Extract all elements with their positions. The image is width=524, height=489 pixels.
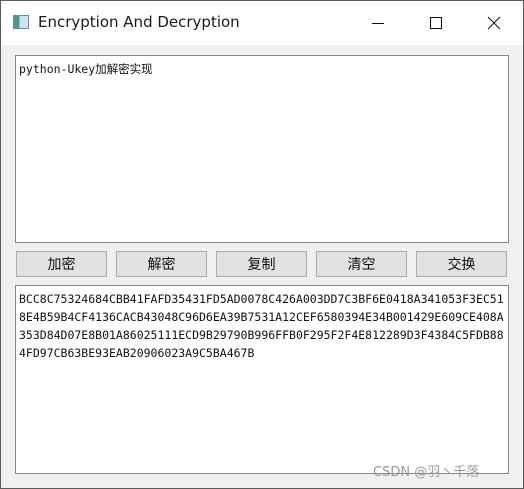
encrypt-button[interactable]: 加密 (16, 251, 107, 277)
minimize-button[interactable] (349, 1, 407, 45)
swap-button[interactable]: 交换 (416, 251, 507, 277)
window-title: Encryption And Decryption (38, 13, 240, 31)
decrypt-button[interactable]: 解密 (116, 251, 207, 277)
maximize-icon (430, 17, 442, 29)
close-button[interactable] (465, 1, 523, 45)
clear-button[interactable]: 清空 (316, 251, 407, 277)
title-bar[interactable]: Encryption And Decryption (1, 1, 523, 45)
minimize-icon (372, 23, 384, 24)
app-window-icon (13, 15, 29, 29)
maximize-button[interactable] (407, 1, 465, 45)
copy-button[interactable]: 复制 (216, 251, 307, 277)
app-window: Encryption And Decryption python-Ukey加解密… (0, 0, 524, 489)
close-icon (487, 16, 501, 30)
ciphertext-output[interactable]: BCC8C75324684CBB41FAFD35431FD5AD0078C426… (15, 285, 509, 474)
csdn-watermark: CSDN @羽丶千落 (373, 465, 480, 480)
plaintext-input[interactable]: python-Ukey加解密实现 (15, 55, 509, 243)
